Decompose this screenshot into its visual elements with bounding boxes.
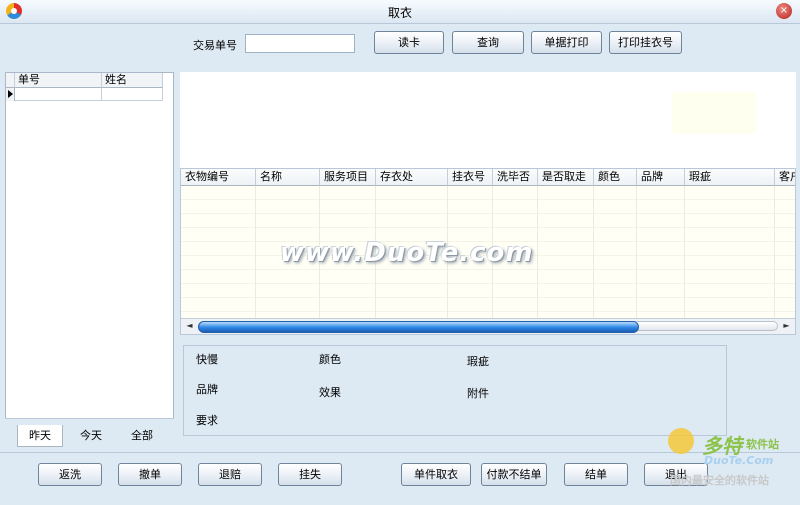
scroll-thumb[interactable] — [198, 321, 639, 333]
grid-column — [775, 186, 795, 320]
requirement-label: 要求 — [196, 414, 218, 427]
col-header-item-name[interactable]: 名称 — [256, 169, 320, 186]
col-header-defect[interactable]: 瑕疵 — [685, 169, 775, 186]
col-header-picked[interactable]: 是否取走 — [538, 169, 594, 186]
date-filter-tabs: 昨天 今天 全部 — [5, 418, 174, 451]
cell-name[interactable] — [102, 88, 163, 101]
grid-column — [594, 186, 637, 320]
logo-soft: 软件站 — [746, 438, 779, 451]
color-label: 颜色 — [319, 353, 341, 366]
watermark-text: www.DuoTe.com — [280, 238, 534, 268]
title-bar: 取衣 × — [0, 0, 800, 24]
info-tag — [672, 92, 756, 134]
brand-label: 品牌 — [196, 383, 218, 396]
scroll-left-icon[interactable]: ◄ — [183, 320, 196, 332]
col-header-item-no[interactable]: 衣物编号 — [181, 169, 256, 186]
attributes-panel: 快慢 颜色 瑕疵 品牌 效果 附件 要求 — [183, 345, 727, 436]
read-card-button[interactable]: 读卡 — [374, 31, 444, 54]
close-icon[interactable]: × — [776, 3, 792, 19]
grid-column — [181, 186, 256, 320]
defect-label: 瑕疵 — [467, 355, 489, 368]
col-header-service[interactable]: 服务项目 — [320, 169, 376, 186]
refund-button[interactable]: 退赔 — [198, 463, 262, 486]
mascot-icon — [668, 428, 694, 454]
col-header-order-no[interactable]: 单号 — [15, 73, 102, 88]
logo-subtitle: 国内最安全的软件站 — [670, 474, 769, 487]
cancel-order-button[interactable]: 撤单 — [118, 463, 182, 486]
watermark-logo: 多特 软件站 DuoTe.Com 国内最安全的软件站 — [662, 428, 797, 496]
single-pickup-button[interactable]: 单件取衣 — [401, 463, 471, 486]
customer-info-area — [180, 72, 796, 168]
report-lost-button[interactable]: 挂失 — [278, 463, 342, 486]
print-hanger-button[interactable]: 打印挂衣号 — [609, 31, 682, 54]
speed-label: 快慢 — [196, 353, 218, 366]
print-receipt-button[interactable]: 单据打印 — [531, 31, 602, 54]
order-list-grid[interactable]: 单号 姓名 — [5, 72, 174, 448]
grid-column — [637, 186, 685, 320]
grid-column — [685, 186, 775, 320]
col-header-washed[interactable]: 洗毕否 — [493, 169, 538, 186]
col-header-customer[interactable]: 客户 — [775, 169, 795, 186]
logo-domain: DuoTe.Com — [704, 454, 774, 467]
col-header-color[interactable]: 颜色 — [594, 169, 637, 186]
tab-yesterday[interactable]: 昨天 — [17, 425, 63, 447]
col-header-name[interactable]: 姓名 — [102, 73, 163, 88]
accessory-label: 附件 — [467, 387, 489, 400]
horizontal-scrollbar[interactable]: ◄ ► — [181, 318, 795, 334]
grid-corner — [6, 73, 15, 88]
tab-all[interactable]: 全部 — [119, 425, 165, 447]
trade-no-input[interactable] — [245, 34, 355, 53]
tab-today[interactable]: 今天 — [68, 425, 114, 447]
grid-column — [538, 186, 594, 320]
scroll-right-icon[interactable]: ► — [780, 320, 793, 332]
rewash-button[interactable]: 返洗 — [38, 463, 102, 486]
settle-button[interactable]: 结单 — [564, 463, 628, 486]
effect-label: 效果 — [319, 386, 341, 399]
col-header-brand[interactable]: 品牌 — [637, 169, 685, 186]
cell-order-no[interactable] — [15, 88, 102, 101]
trade-no-label: 交易单号 — [193, 39, 237, 52]
col-header-storage[interactable]: 存衣处 — [376, 169, 448, 186]
query-button[interactable]: 查询 — [452, 31, 524, 54]
window-title: 取衣 — [387, 6, 412, 20]
col-header-hanger-no[interactable]: 挂衣号 — [448, 169, 493, 186]
pay-without-settle-button[interactable]: 付款不结单 — [481, 463, 547, 486]
current-row-indicator — [6, 88, 15, 101]
